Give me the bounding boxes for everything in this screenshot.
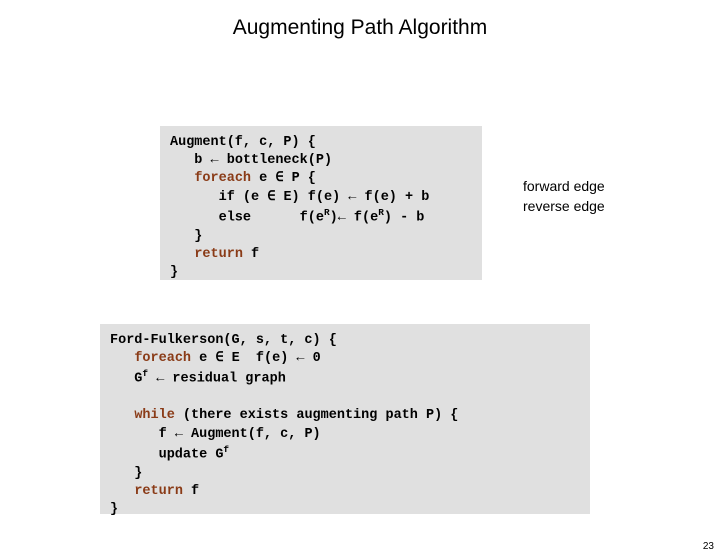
annotation-forward-edge: forward edge <box>523 178 605 194</box>
txt: ) <box>330 210 338 225</box>
txt: (there exists augmenting path P) { <box>175 408 459 423</box>
txt: f(e <box>346 210 378 225</box>
txt: else f(e <box>170 210 324 225</box>
page-number: 23 <box>703 541 714 552</box>
txt: E) f(e) <box>275 190 348 205</box>
txt: ) - b <box>384 210 425 225</box>
txt: } <box>170 265 178 280</box>
txt: 0 <box>305 351 321 366</box>
txt: e <box>251 171 275 186</box>
txt: update G <box>110 447 223 462</box>
txt: b <box>170 153 211 168</box>
kw-foreach: foreach <box>134 351 191 366</box>
txt: P { <box>283 171 315 186</box>
txt: G <box>110 372 142 387</box>
txt: e <box>191 351 215 366</box>
augment-pre: Augment(f, c, P) { b ← bottleneck(P) for… <box>170 134 472 282</box>
augment-code-box: Augment(f, c, P) { b ← bottleneck(P) for… <box>160 126 482 280</box>
left-arrow-icon: ← <box>175 427 183 442</box>
txt: Augment(f, c, P) { <box>170 135 316 150</box>
slide-title: Augmenting Path Algorithm <box>0 16 720 40</box>
kw-foreach: foreach <box>194 171 251 186</box>
txt: if (e <box>170 190 267 205</box>
txt: f(e) + b <box>356 190 429 205</box>
txt: f <box>110 427 175 442</box>
txt: f <box>183 484 199 499</box>
ford-fulkerson-code-box: Ford-Fulkerson(G, s, t, c) { foreach e ∈… <box>100 324 590 514</box>
left-arrow-icon: ← <box>296 351 304 366</box>
txt <box>110 390 118 405</box>
txt <box>110 351 134 366</box>
annotation-reverse-edge: reverse edge <box>523 198 605 214</box>
kw-return: return <box>134 484 183 499</box>
txt: Ford-Fulkerson(G, s, t, c) { <box>110 333 337 348</box>
txt <box>170 247 194 262</box>
left-arrow-icon: ← <box>338 210 346 225</box>
kw-return: return <box>194 247 243 262</box>
txt: } <box>170 229 202 244</box>
txt: } <box>110 502 118 517</box>
txt <box>148 372 156 387</box>
txt: } <box>110 466 142 481</box>
left-arrow-icon: ← <box>211 153 219 168</box>
txt: residual graph <box>164 372 286 387</box>
txt <box>110 484 134 499</box>
txt <box>110 408 134 423</box>
txt <box>170 171 194 186</box>
subscript-f: f <box>223 444 229 455</box>
ff-pre: Ford-Fulkerson(G, s, t, c) { foreach e ∈… <box>110 332 580 519</box>
kw-while: while <box>134 408 175 423</box>
txt: bottleneck(P) <box>219 153 332 168</box>
txt: E f(e) <box>223 351 296 366</box>
txt: f <box>243 247 259 262</box>
txt: Augment(f, c, P) <box>183 427 321 442</box>
